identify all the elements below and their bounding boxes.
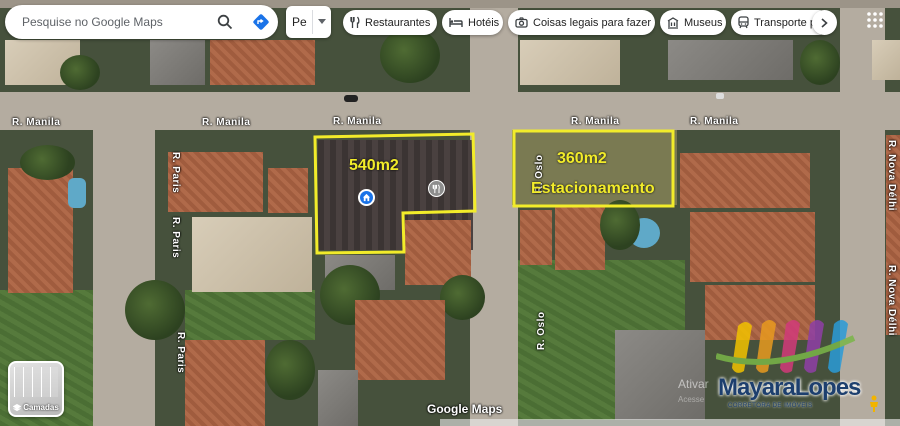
truncated-dropdown[interactable]: Pе bbox=[286, 6, 331, 38]
chips-next-button[interactable] bbox=[812, 10, 837, 35]
museum-icon bbox=[667, 16, 679, 29]
chip-things-to-do-label: Coisas legais para fazer bbox=[533, 16, 652, 29]
chip-hotels-label: Hotéis bbox=[468, 16, 500, 29]
truncated-dropdown-value: Pе bbox=[292, 15, 307, 29]
search-box[interactable] bbox=[5, 5, 278, 39]
activate-windows-text: Ativar bbox=[678, 377, 709, 391]
chip-things-to-do[interactable]: Coisas legais para fazer bbox=[508, 10, 655, 35]
brand-name: MayaraLopes bbox=[718, 374, 861, 401]
chip-museums[interactable]: Museus bbox=[660, 10, 726, 35]
transit-icon bbox=[738, 16, 749, 29]
chip-transit-label: Transporte p bbox=[754, 16, 816, 29]
lot-360-area-label: 360m2 bbox=[557, 150, 607, 167]
chip-museums-label: Museus bbox=[684, 16, 723, 29]
fork-knife-icon bbox=[350, 16, 360, 28]
layers-label-row: Camadas bbox=[10, 403, 62, 412]
chip-restaurants[interactable]: Restaurantes bbox=[343, 10, 437, 35]
bed-icon bbox=[449, 18, 463, 27]
lot-540-area-label: 540m2 bbox=[349, 157, 399, 174]
chip-hotels[interactable]: Hotéis bbox=[442, 10, 503, 35]
chevron-right-icon bbox=[821, 17, 828, 28]
activate-windows-subtext: Acesse bbox=[678, 395, 705, 404]
layers-button[interactable]: Camadas bbox=[8, 361, 64, 417]
google-maps-attribution: Google Maps bbox=[427, 402, 503, 416]
layers-icon bbox=[13, 403, 22, 411]
lot-540-outline bbox=[313, 132, 477, 255]
pegman-icon[interactable] bbox=[868, 395, 880, 418]
layers-thumbnail bbox=[14, 367, 58, 397]
brand-logo-graphic bbox=[716, 320, 856, 373]
brand-subtitle: CORRETORA DE IMÓVEIS bbox=[728, 403, 813, 409]
camera-icon bbox=[515, 17, 528, 28]
layers-label: Camadas bbox=[23, 403, 59, 412]
restaurant-marker-icon[interactable] bbox=[428, 180, 445, 197]
lot-360-note-label: Estacionamento bbox=[531, 180, 655, 197]
chip-restaurants-label: Restaurantes bbox=[365, 16, 431, 29]
map-footer-bar bbox=[440, 419, 900, 426]
apps-grid-icon[interactable] bbox=[866, 11, 884, 34]
search-icon[interactable] bbox=[214, 11, 236, 33]
divider bbox=[312, 10, 313, 34]
chevron-down-icon bbox=[318, 19, 326, 24]
directions-icon[interactable] bbox=[250, 11, 272, 33]
search-input[interactable] bbox=[22, 15, 202, 29]
home-marker-icon[interactable] bbox=[358, 189, 375, 206]
